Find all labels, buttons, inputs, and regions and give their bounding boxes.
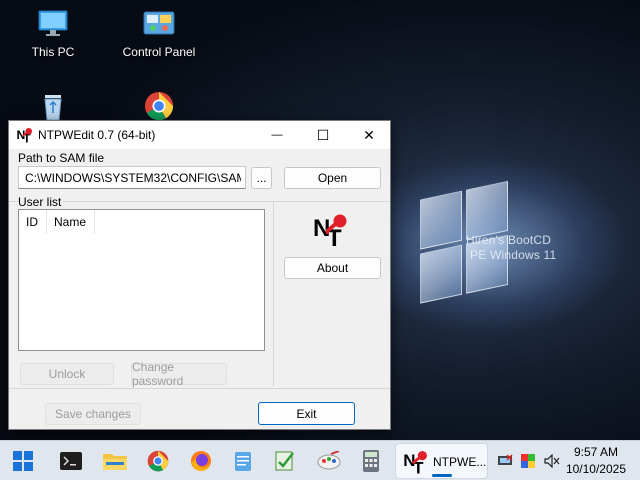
ntpwedit-window: N T NTPWEdit 0.7 (64-bit) — ☐ ✕ Path to … — [8, 120, 391, 430]
clock-time: 9:57 AM — [573, 445, 618, 459]
wallpaper-subtitle: PE Windows 11 — [470, 248, 557, 262]
taskbar-paint[interactable] — [312, 445, 346, 477]
ntpwedit-icon: N T — [16, 127, 34, 146]
chrome-icon — [147, 450, 169, 472]
open-button[interactable]: Open — [284, 167, 381, 189]
tray-network[interactable] — [494, 445, 516, 477]
save-changes-button[interactable]: Save changes — [45, 403, 141, 425]
sam-path-input[interactable] — [18, 166, 246, 189]
desktop-icon-label: This PC — [31, 45, 75, 59]
terminal-icon — [60, 452, 82, 470]
firefox-icon — [191, 451, 211, 471]
start-icon — [13, 451, 33, 471]
color-icon — [521, 454, 535, 468]
browse-button[interactable]: ... — [251, 167, 272, 189]
taskbar-app-label: NTPWE... — [433, 455, 487, 469]
divider — [9, 201, 390, 202]
desktop-icon-control-panel[interactable]: Control Panel — [114, 9, 204, 59]
unlock-button[interactable]: Unlock — [20, 363, 114, 385]
tray-volume[interactable] — [541, 445, 563, 477]
divider — [9, 388, 390, 389]
window-title: NTPWEdit 0.7 (64-bit) — [38, 128, 156, 142]
change-password-button[interactable]: Change password — [131, 360, 227, 388]
wallpaper-title: Hiren's BootCD — [466, 233, 552, 247]
ntpwedit-icon: N T — [403, 450, 429, 477]
minimize-button[interactable]: — — [254, 121, 300, 149]
taskbar-ntpwedit[interactable]: N T NTPWE... — [395, 443, 488, 479]
taskbar-calculator[interactable] — [354, 445, 388, 477]
system-clock[interactable]: 9:57 AM 10/10/2025 — [566, 444, 626, 478]
user-list[interactable]: ID Name — [18, 209, 265, 351]
taskbar-chrome[interactable] — [141, 445, 175, 477]
column-header-id[interactable]: ID — [19, 210, 47, 234]
close-icon: ✕ — [363, 126, 375, 143]
taskbar-file-explorer[interactable] — [98, 445, 132, 477]
volume-muted-icon — [544, 454, 560, 468]
paint-icon — [317, 451, 341, 470]
calculator-icon — [363, 450, 379, 472]
user-list-label: User list — [18, 195, 64, 209]
tray-color[interactable] — [517, 445, 539, 477]
ntpwedit-logo: N T — [313, 213, 349, 252]
recycle-bin-icon — [37, 91, 69, 121]
control-panel-icon — [143, 9, 175, 39]
notepad-icon — [235, 452, 251, 471]
about-button[interactable]: About — [284, 257, 381, 279]
minimize-icon: — — [271, 129, 283, 141]
chrome-icon — [143, 91, 175, 121]
desktop-icon-this-pc[interactable]: This PC — [8, 9, 98, 59]
taskbar-registry-editor[interactable] — [268, 445, 302, 477]
taskbar-notepad[interactable] — [226, 445, 260, 477]
clock-date: 10/10/2025 — [565, 462, 626, 476]
title-bar[interactable]: N T NTPWEdit 0.7 (64-bit) — ☐ ✕ — [9, 121, 390, 149]
taskbar-terminal[interactable] — [54, 445, 88, 477]
monitor-icon — [37, 9, 69, 39]
taskbar-firefox[interactable] — [184, 445, 218, 477]
list-header: ID Name — [19, 210, 95, 234]
file-explorer-icon — [103, 454, 127, 470]
column-header-name[interactable]: Name — [47, 210, 95, 234]
desktop-icon-label: Control Panel — [122, 45, 196, 59]
taskbar: N T NTPWE... 9:57 AM 10/10/2025 — [0, 440, 640, 480]
maximize-icon: ☐ — [316, 126, 330, 143]
exit-button[interactable]: Exit — [258, 402, 355, 425]
network-icon — [498, 454, 513, 465]
path-label: Path to SAM file — [18, 151, 105, 165]
divider — [273, 201, 274, 387]
active-indicator — [432, 474, 452, 477]
registry-editor-icon — [275, 451, 294, 471]
close-button[interactable]: ✕ — [346, 121, 392, 149]
maximize-button[interactable]: ☐ — [300, 121, 346, 149]
start-button[interactable] — [6, 445, 40, 477]
